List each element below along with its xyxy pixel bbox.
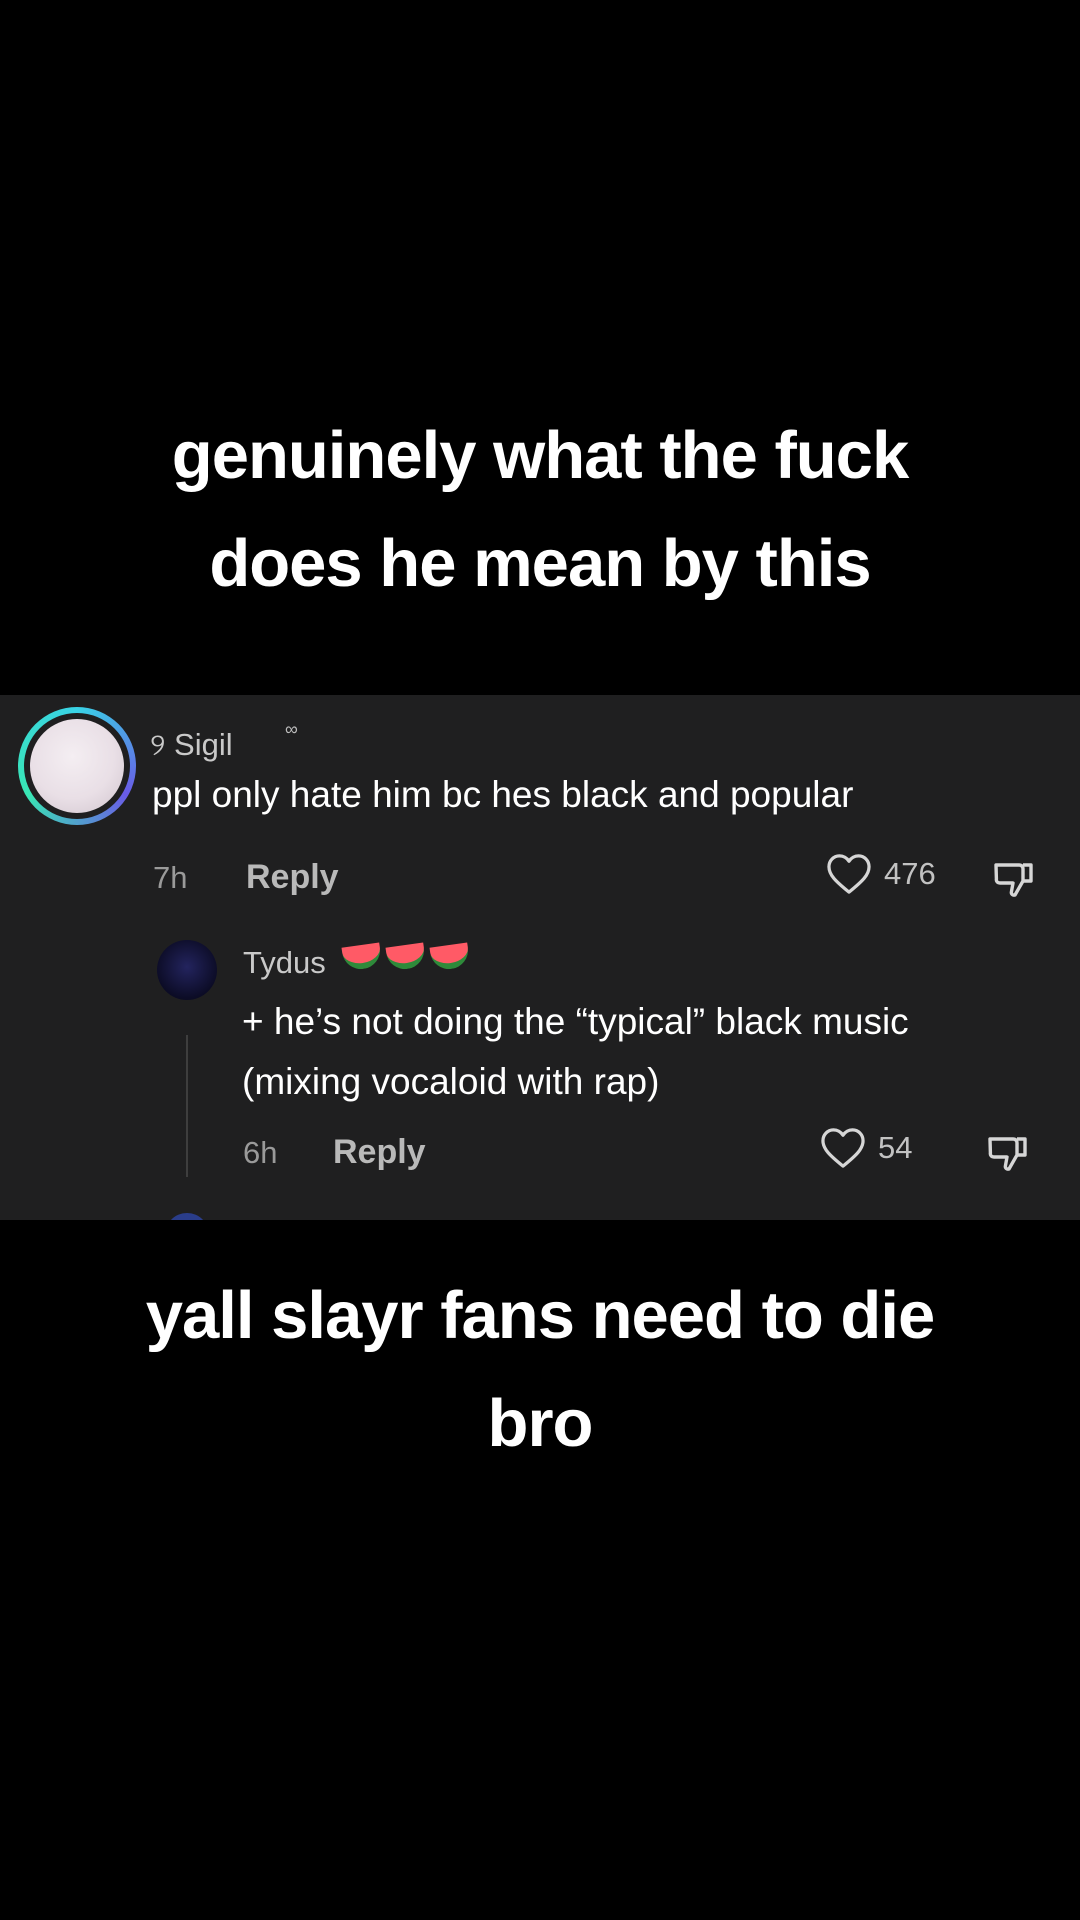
caption-bottom-line-2: bro <box>487 1386 594 1461</box>
tydus-avatar[interactable] <box>157 940 217 1000</box>
caption-bottom-line-1: yall slayr fans need to die <box>145 1278 935 1353</box>
watermelon-icon <box>385 942 427 972</box>
sigil-avatar[interactable] <box>18 707 136 825</box>
comment-timestamp: 7h <box>153 860 188 895</box>
reply-timestamp: 6h <box>243 1135 278 1170</box>
watermelon-emoji-icons <box>341 942 475 972</box>
comment-text: ppl only hate him bc hes black and popul… <box>152 774 854 815</box>
thread-line <box>186 1035 188 1177</box>
heart-icon <box>827 854 871 894</box>
infinity-badge-icon: ∞ <box>285 719 298 739</box>
next-comment-avatar <box>165 1213 209 1220</box>
thumbs-down-icon <box>994 863 1033 897</box>
heart-icon <box>821 1128 865 1168</box>
caption-top-line-2: does he mean by this <box>209 526 871 601</box>
reply-dislike-button[interactable] <box>984 1129 1032 1182</box>
thumbs-down-icon <box>988 1137 1027 1171</box>
comment-dislike-button[interactable] <box>990 855 1038 908</box>
reply-reply-button[interactable]: Reply <box>333 1133 426 1172</box>
watermelon-icon <box>429 942 471 972</box>
comment-like-button[interactable]: 476 <box>826 853 936 895</box>
reply-like-button[interactable]: 54 <box>820 1127 912 1169</box>
reply-text: + he’s not doing the “typical” black mus… <box>242 1001 909 1102</box>
caption-top: genuinely what the fuck does he mean by … <box>0 402 1080 618</box>
reply-like-count: 54 <box>878 1130 913 1165</box>
comment-username[interactable]: ୨ Sigil <box>150 727 233 764</box>
comment-like-count: 476 <box>884 856 936 891</box>
watermelon-icon <box>341 942 383 972</box>
comment-reply-button[interactable]: Reply <box>246 858 339 897</box>
reply-username[interactable]: Tydus <box>243 945 326 981</box>
caption-top-line-1: genuinely what the fuck <box>171 418 909 493</box>
comment-screenshot: ୨ Sigil ∞ ppl only hate him bc hes black… <box>0 695 1080 1220</box>
avatar-image <box>30 719 124 813</box>
caption-bottom: yall slayr fans need to die bro <box>0 1262 1080 1478</box>
